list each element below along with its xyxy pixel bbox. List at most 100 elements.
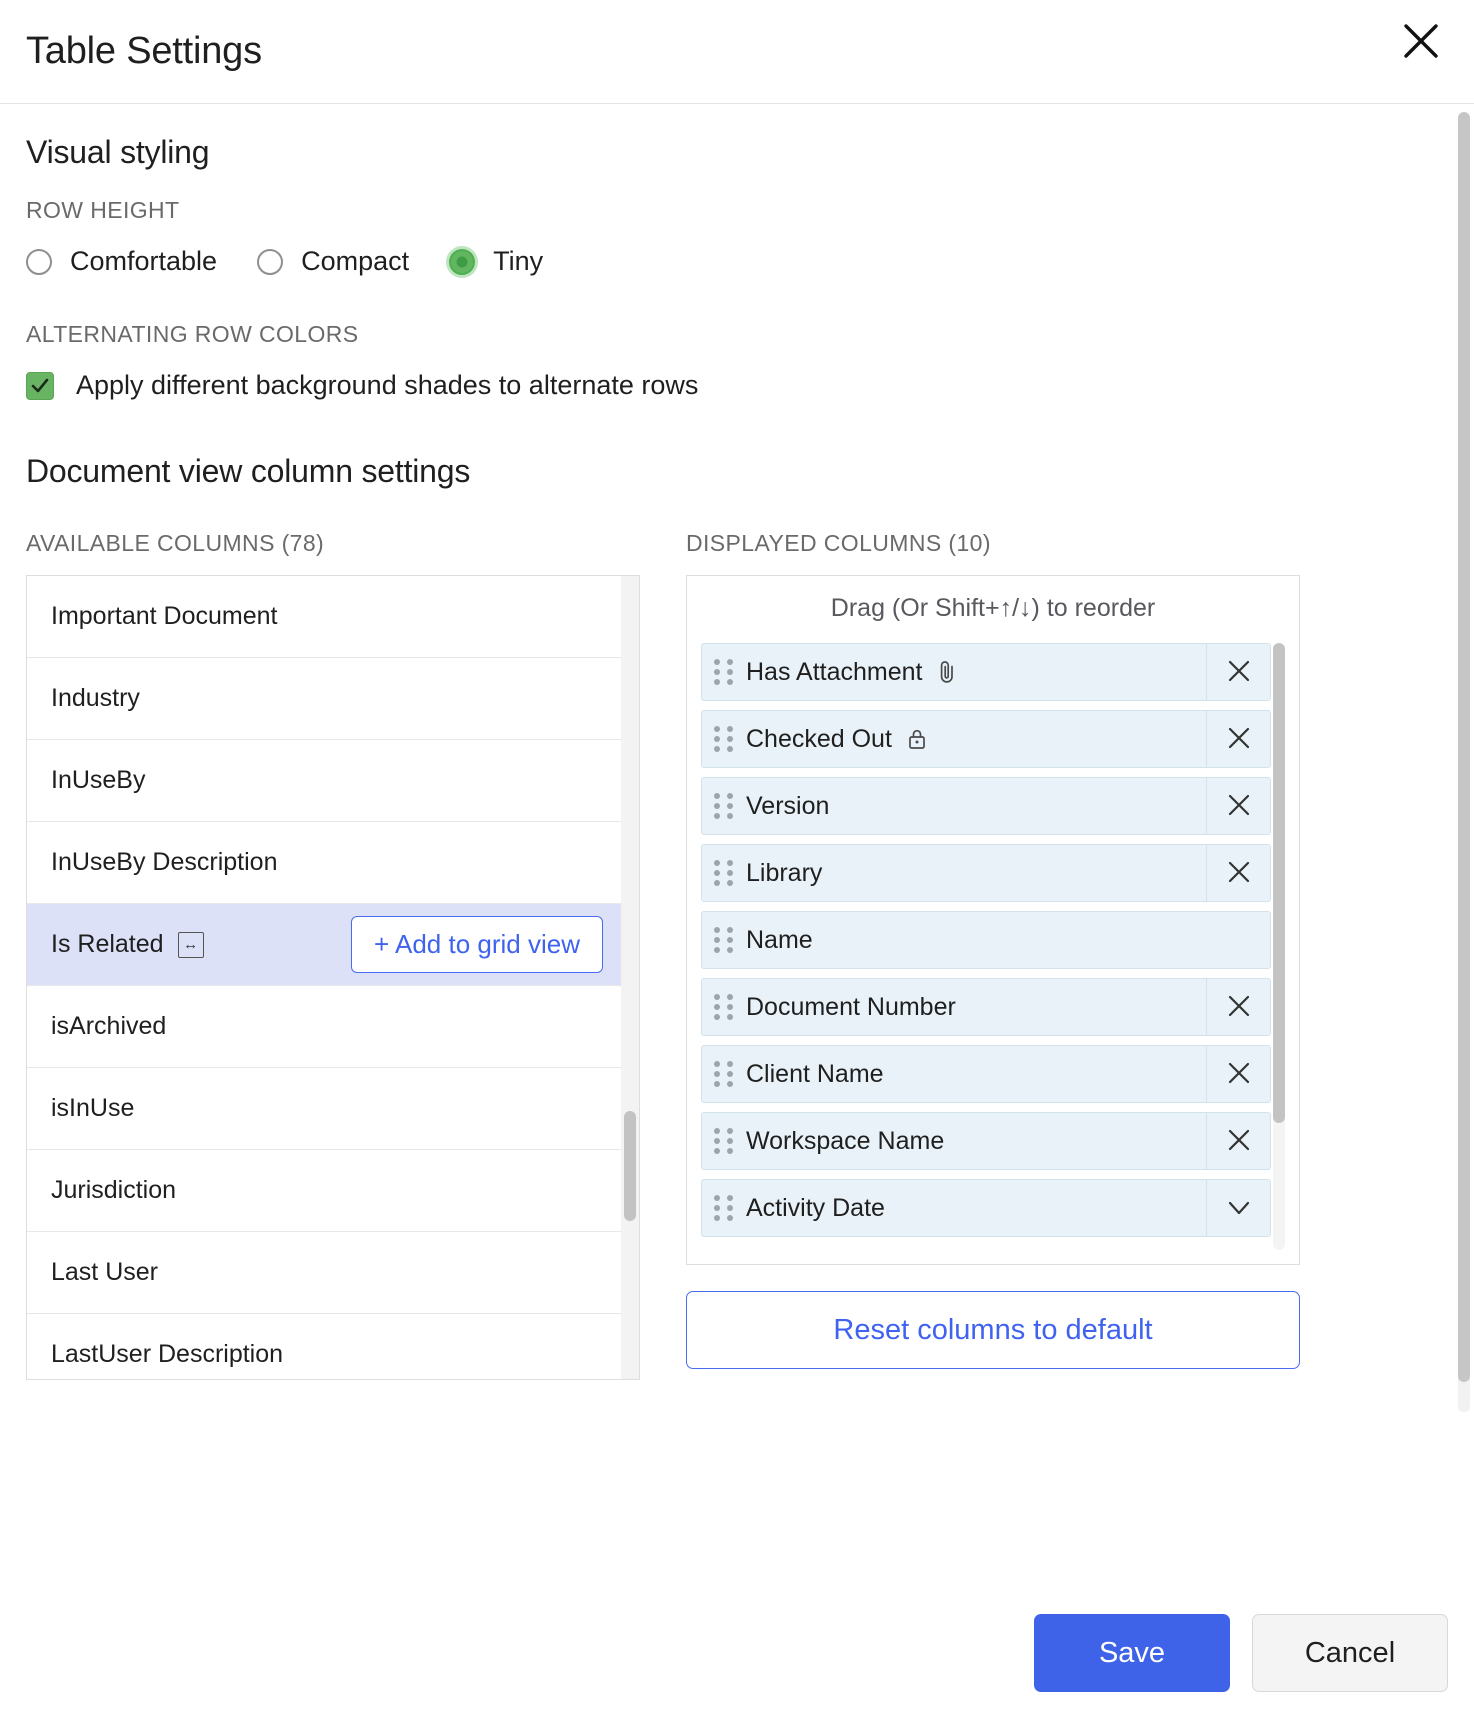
drag-reorder-hint: Drag (Or Shift+↑/↓) to reorder — [830, 594, 1156, 622]
drag-handle[interactable] — [702, 994, 746, 1020]
visual-styling-heading: Visual styling — [26, 134, 210, 170]
checkbox-label: Apply different background shades to alt… — [76, 370, 699, 400]
displayed-column-label: Library — [746, 858, 823, 887]
displayed-column-row[interactable]: Version — [701, 777, 1271, 835]
remove-column-button[interactable] — [1206, 1046, 1270, 1102]
displayed-column-label-wrap: Has Attachment — [746, 658, 1206, 687]
alternating-rows-checkbox-row[interactable]: Apply different background shades to alt… — [26, 370, 1448, 401]
remove-column-button[interactable] — [1206, 1113, 1270, 1169]
modal-body: Visual styling ROW HEIGHT Comfortable Co… — [0, 104, 1474, 1590]
displayed-column-label: Activity Date — [746, 1193, 885, 1222]
displayed-column-row[interactable]: Name — [701, 911, 1271, 969]
available-columns-scrollbar[interactable] — [621, 576, 639, 1379]
available-column-row[interactable]: Is Related ↔ + Add to grid view — [27, 904, 639, 986]
displayed-column-row[interactable]: Workspace Name — [701, 1112, 1271, 1170]
displayed-column-row[interactable]: Checked Out — [701, 710, 1271, 768]
save-button[interactable]: Save — [1034, 1614, 1230, 1692]
radio-label: Comfortable — [70, 246, 218, 276]
drag-dots-icon — [714, 860, 734, 886]
radio-circle-icon — [26, 248, 52, 275]
displayed-column-label: Version — [746, 791, 830, 820]
drag-dots-icon — [714, 994, 734, 1020]
displayed-column-label: Has Attachment — [746, 657, 923, 686]
displayed-column-label-wrap: Document Number — [746, 993, 1206, 1022]
displayed-columns-panel: DISPLAYED COLUMNS (10) Drag (Or Shift+↑/… — [686, 530, 1300, 1380]
drag-handle[interactable] — [702, 1061, 746, 1087]
available-column-row[interactable]: InUseBy — [27, 740, 639, 822]
displayed-column-label-wrap: Version — [746, 792, 1206, 821]
drag-handle[interactable] — [702, 1195, 746, 1221]
remove-column-button[interactable] — [1206, 845, 1270, 901]
table-settings-modal: Table Settings Visual styling ROW HEIGHT… — [0, 0, 1474, 1716]
drag-dots-icon — [714, 1128, 734, 1154]
checkbox-checked-icon — [26, 371, 54, 400]
available-column-row[interactable]: Important Document — [27, 576, 639, 658]
available-column-row[interactable]: InUseBy Description — [27, 822, 639, 904]
remove-column-button[interactable] — [1206, 711, 1270, 767]
available-columns-scrollbar-thumb[interactable] — [624, 1111, 636, 1221]
drag-handle[interactable] — [702, 726, 746, 752]
displayed-column-label: Client Name — [746, 1059, 884, 1088]
drag-dots-icon — [714, 726, 734, 752]
drag-handle[interactable] — [702, 860, 746, 886]
row-height-radio-group: Comfortable Compact Tiny — [26, 246, 1448, 277]
close-button[interactable] — [1394, 14, 1448, 68]
available-columns-box: Important Document Industry InUseBy InUseBy… — [26, 575, 640, 1380]
chevron-down-icon-button[interactable] — [1206, 1180, 1270, 1236]
displayed-column-row[interactable]: Library — [701, 844, 1271, 902]
available-column-label: Industry — [51, 684, 140, 712]
close-icon — [1224, 857, 1254, 890]
radio-label: Compact — [301, 246, 410, 276]
remove-column-button[interactable] — [1206, 778, 1270, 834]
available-column-row[interactable]: Last User — [27, 1232, 639, 1314]
radio-comfortable[interactable]: Comfortable — [26, 246, 217, 277]
close-icon — [1399, 19, 1443, 63]
displayed-column-label-wrap: Checked Out — [746, 725, 1206, 754]
displayed-columns-scrollbar[interactable] — [1273, 643, 1285, 1250]
radio-tiny[interactable]: Tiny — [449, 246, 543, 277]
reset-columns-button[interactable]: Reset columns to default — [686, 1291, 1300, 1369]
available-columns-list: Important Document Industry InUseBy InUseBy… — [27, 576, 639, 1379]
available-column-row[interactable]: isArchived — [27, 986, 639, 1068]
displayed-columns-scroll-area: Has Attachment Checked Out Version Library N… — [701, 643, 1285, 1250]
drag-dots-icon — [714, 927, 734, 953]
displayed-column-label: Name — [746, 925, 813, 954]
drag-dots-icon — [714, 1061, 734, 1087]
alternating-rows-label: ALTERNATING ROW COLORS — [26, 321, 359, 347]
displayed-column-label-wrap: Library — [746, 859, 1206, 888]
page-title: Table Settings — [26, 30, 262, 72]
available-columns-label: AVAILABLE COLUMNS (78) — [26, 530, 325, 556]
displayed-column-row[interactable]: Activity Date — [701, 1179, 1271, 1237]
available-columns-panel: AVAILABLE COLUMNS (78) Important Documen… — [26, 530, 640, 1380]
drag-handle[interactable] — [702, 1128, 746, 1154]
available-column-label: Last User — [51, 1258, 158, 1286]
remove-column-button[interactable] — [1206, 979, 1270, 1035]
close-icon — [1224, 1125, 1254, 1158]
cancel-button[interactable]: Cancel — [1252, 1614, 1448, 1692]
available-column-row[interactable]: isInUse — [27, 1068, 639, 1150]
displayed-column-label: Checked Out — [746, 724, 892, 753]
displayed-columns-list: Has Attachment Checked Out Version Library N… — [701, 643, 1271, 1237]
close-icon — [1224, 723, 1254, 756]
drag-handle[interactable] — [702, 793, 746, 819]
available-column-row[interactable]: Industry — [27, 658, 639, 740]
lock-icon — [906, 726, 928, 752]
displayed-column-label-wrap: Name — [746, 926, 1270, 955]
displayed-column-row[interactable]: Client Name — [701, 1045, 1271, 1103]
remove-column-button[interactable] — [1206, 644, 1270, 700]
displayed-column-label: Document Number — [746, 992, 956, 1021]
add-to-grid-view-button[interactable]: + Add to grid view — [351, 916, 603, 973]
drag-handle[interactable] — [702, 659, 746, 685]
column-settings-heading: Document view column settings — [26, 453, 471, 489]
available-column-label: LastUser Description — [51, 1340, 284, 1368]
drag-dots-icon — [714, 1195, 734, 1221]
radio-circle-selected-icon — [449, 248, 476, 275]
available-column-row[interactable]: LastUser Description — [27, 1314, 639, 1379]
available-column-label: InUseBy Description — [51, 848, 278, 876]
drag-handle[interactable] — [702, 927, 746, 953]
radio-compact[interactable]: Compact — [257, 246, 409, 277]
displayed-column-row[interactable]: Document Number — [701, 978, 1271, 1036]
displayed-column-row[interactable]: Has Attachment — [701, 643, 1271, 701]
displayed-columns-scrollbar-thumb[interactable] — [1273, 643, 1285, 1123]
available-column-row[interactable]: Jurisdiction — [27, 1150, 639, 1232]
